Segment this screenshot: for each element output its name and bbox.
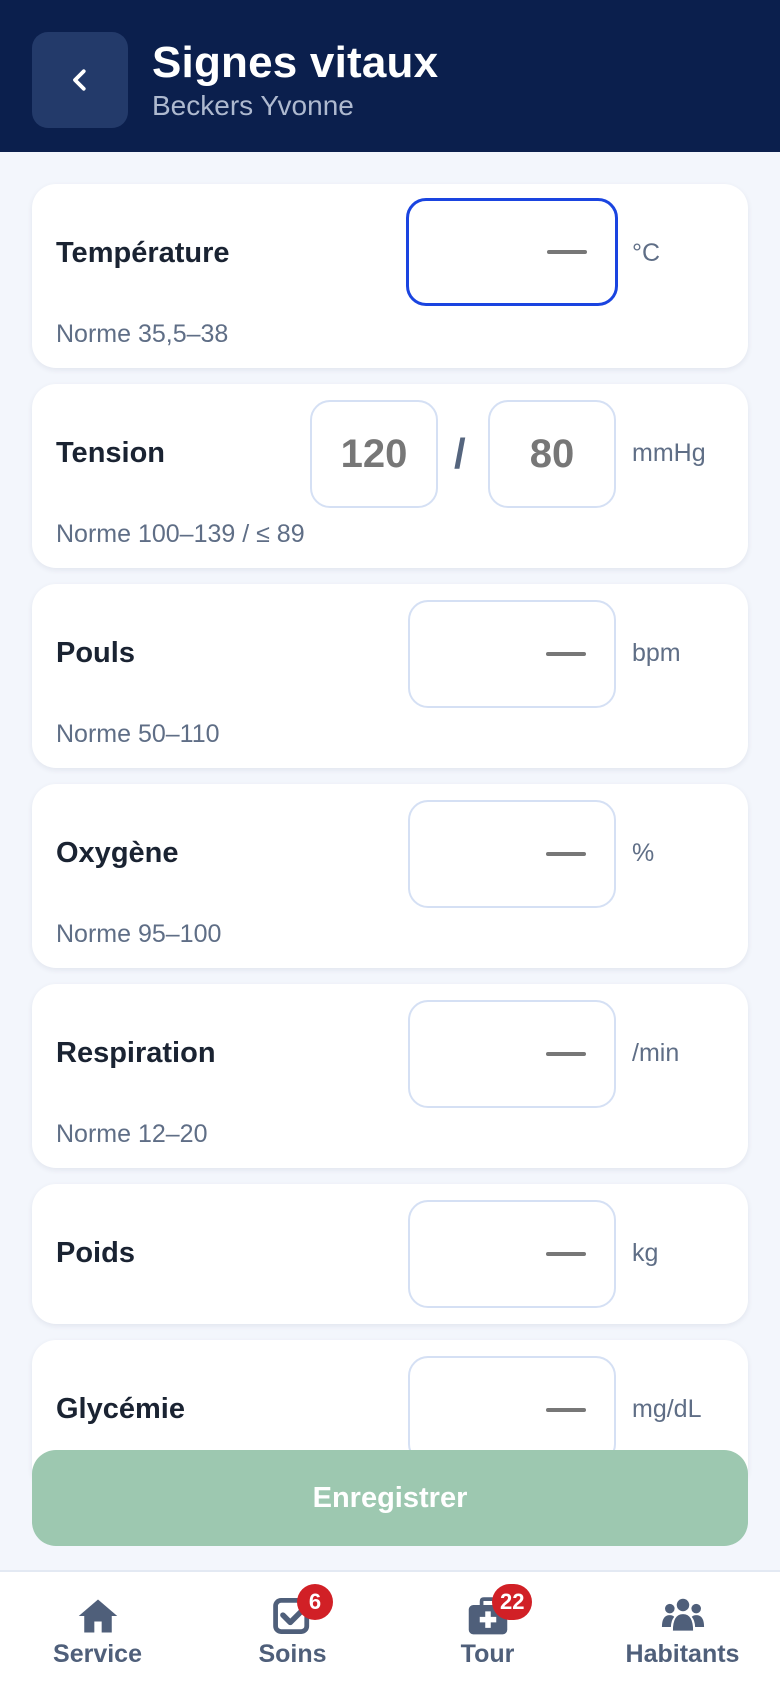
page-title: Signes vitaux [152,38,439,87]
diastolic-input[interactable]: 80 [488,400,616,508]
vital-unit: mmHg [632,439,706,467]
pressure-separator: / [454,430,466,477]
home-icon [78,1599,117,1633]
nav-label: Soins [258,1640,327,1668]
empty-value-dash [546,1408,586,1412]
vital-card-oxygene: Oxygène % Norme 95–100 [32,784,748,968]
save-button[interactable]: Enregistrer [32,1450,748,1546]
vital-norm: Norme 100–139 / ≤ 89 [56,520,305,548]
nav-item-service[interactable]: Service [0,1572,195,1688]
users-icon [661,1598,704,1631]
vital-card-poids: Poids kg [32,1184,748,1324]
vital-unit: kg [632,1239,659,1267]
tour-badge: 22 [492,1584,533,1620]
respiration-input[interactable] [408,1000,616,1108]
vital-label: Oxygène [56,837,179,869]
nav-item-habitants[interactable]: Habitants [585,1572,780,1688]
vital-norm: Norme 35,5–38 [56,320,229,348]
nav-label: Service [53,1640,142,1668]
vital-norm: Norme 95–100 [56,920,222,948]
temperature-input[interactable] [406,198,618,306]
pouls-input[interactable] [408,600,616,708]
bottom-nav: Service 6 Soins 22 Tour Habitants [0,1570,780,1688]
glycemie-input[interactable] [408,1356,616,1464]
vital-card-pouls: Pouls bpm Norme 50–110 [32,584,748,768]
vital-card-temperature: Température °C Norme 35,5–38 [32,184,748,368]
vital-card-tension: Tension 120 / 80 mmHg Norme 100–139 / ≤ … [32,384,748,568]
vital-label: Respiration [56,1037,216,1069]
nav-label: Habitants [625,1640,740,1668]
vital-label: Poids [56,1237,135,1269]
vital-unit: bpm [632,639,681,667]
vital-norm: Norme 50–110 [56,720,220,748]
systolic-value: 120 [340,431,408,476]
app-header: Signes vitaux Beckers Yvonne [0,0,780,152]
nav-item-tour[interactable]: 22 Tour [390,1572,585,1688]
vital-unit: °C [632,239,661,267]
empty-value-dash [547,250,587,254]
diastolic-value: 80 [529,431,575,476]
empty-value-dash [546,652,586,656]
vital-label: Tension [56,437,166,469]
vital-norm: Norme 12–20 [56,1120,208,1148]
poids-input[interactable] [408,1200,616,1308]
chevron-left-icon [73,69,86,91]
vital-label: Pouls [56,637,135,669]
vital-unit: % [632,839,655,867]
vital-label: Température [56,237,230,269]
vital-unit: mg/dL [632,1395,702,1423]
resident-name: Beckers Yvonne [152,90,354,121]
nav-label: Tour [460,1640,515,1668]
soins-badge: 6 [297,1584,333,1620]
empty-value-dash [546,1052,586,1056]
empty-value-dash [546,852,586,856]
vital-card-respiration: Respiration /min Norme 12–20 [32,984,748,1168]
nav-item-soins[interactable]: 6 Soins [195,1572,390,1688]
back-button[interactable] [32,32,128,128]
vital-label: Glycémie [56,1393,185,1425]
oxygene-input[interactable] [408,800,616,908]
vital-unit: /min [632,1039,680,1067]
empty-value-dash [546,1252,586,1256]
systolic-input[interactable]: 120 [310,400,438,508]
